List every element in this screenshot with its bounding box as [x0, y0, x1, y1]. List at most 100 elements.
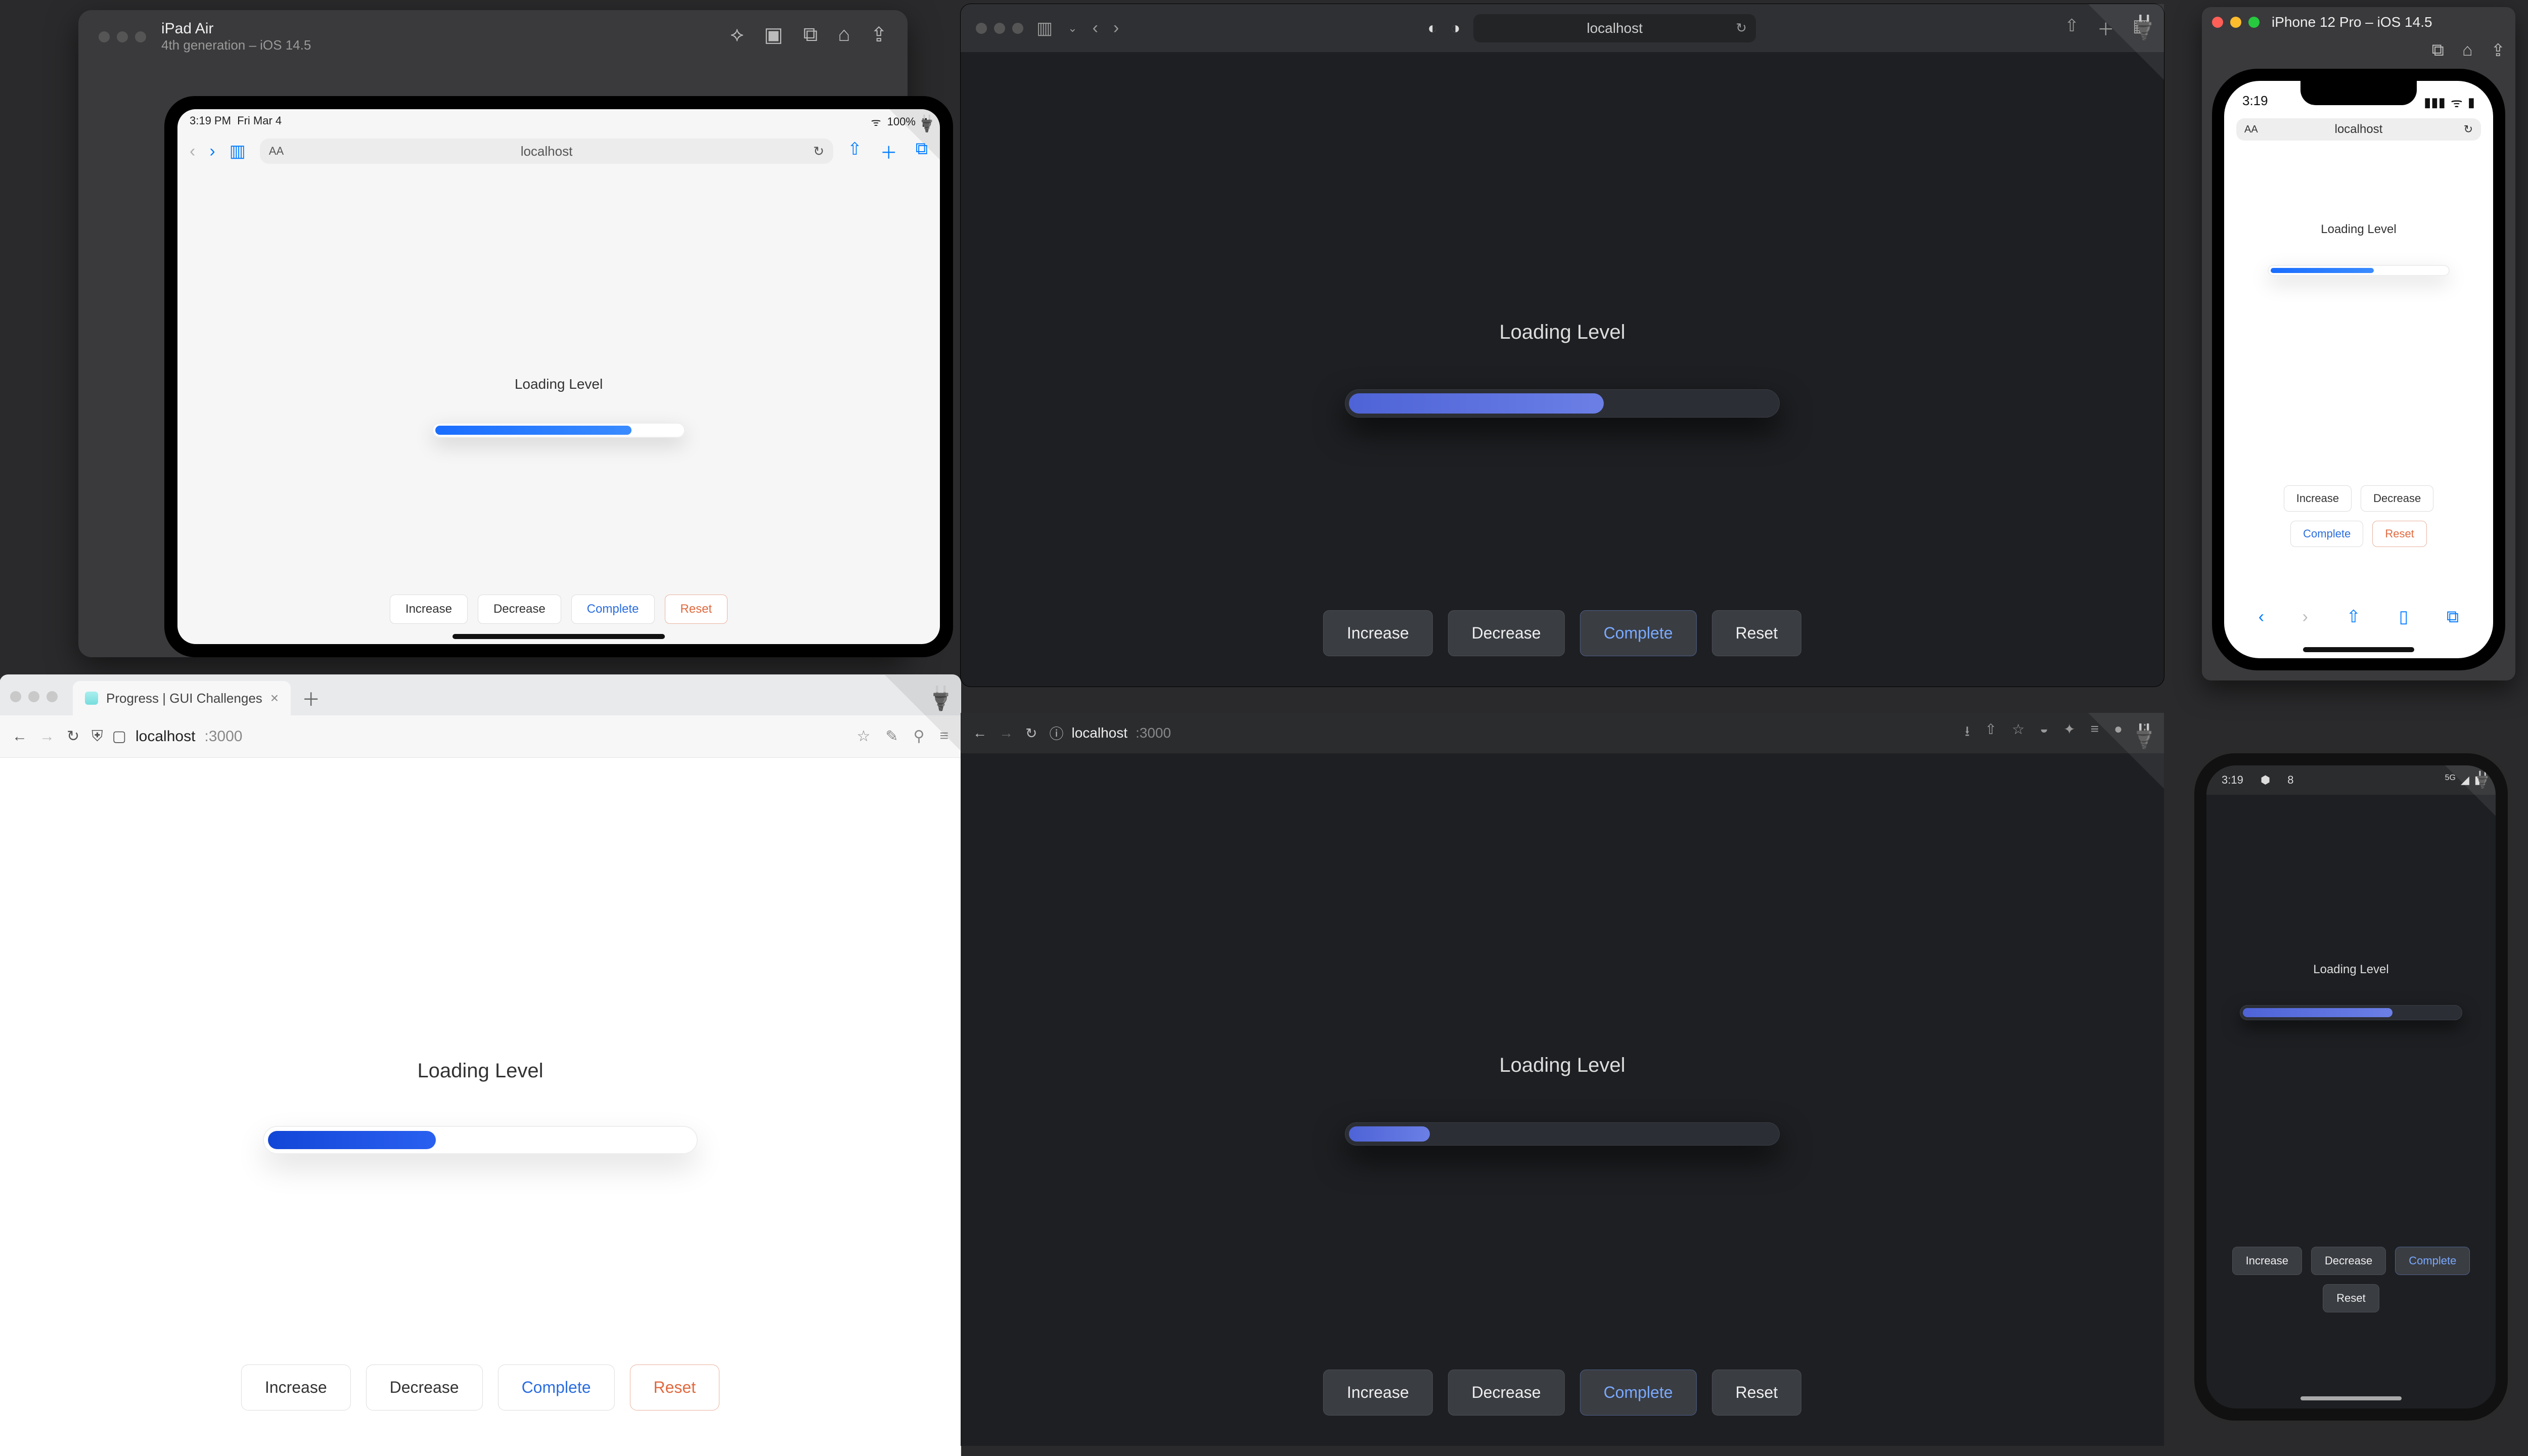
address-bar[interactable]: localhost ↻: [1473, 14, 1756, 42]
sidebar-icon[interactable]: ▥: [1036, 18, 1053, 38]
increase-button[interactable]: Increase: [390, 595, 468, 624]
screenshot-icon[interactable]: ⧉: [2432, 40, 2444, 61]
browser-tab[interactable]: Progress | GUI Challenges ×: [73, 681, 291, 715]
shield-icon[interactable]: ⛨: [92, 728, 103, 745]
forward-icon[interactable]: →: [999, 725, 1013, 741]
status-date: Fri Mar 4: [237, 114, 282, 127]
shield-icon[interactable]: ◐: [1428, 19, 1437, 37]
screenshot-icon[interactable]: ⧉: [803, 23, 818, 47]
page-content: Loading Level: [177, 170, 940, 644]
reader-icon[interactable]: AA: [2244, 124, 2258, 135]
increase-button[interactable]: Increase: [2232, 1247, 2302, 1275]
debug-icon: ⬢: [2261, 774, 2270, 787]
reset-button[interactable]: Reset: [1712, 1370, 1802, 1416]
home-indicator[interactable]: [2303, 647, 2414, 652]
pointer-icon[interactable]: ⟡: [731, 23, 744, 47]
address-input[interactable]: ⛨ ▢ localhost :3000: [92, 724, 844, 749]
decrease-button[interactable]: Decrease: [1448, 1370, 1565, 1416]
share-icon[interactable]: ⇧: [1985, 721, 1997, 745]
star-icon[interactable]: ☆: [856, 727, 870, 745]
chrome-light-window: Progress | GUI Challenges × ＋ ← → ↻ ⛨ ▢ …: [0, 675, 961, 1456]
progress-bar: [1345, 1122, 1780, 1146]
bookmarks-icon[interactable]: ▯: [2399, 607, 2409, 627]
home-indicator[interactable]: [2300, 1396, 2402, 1400]
rotate-icon[interactable]: ▣: [764, 23, 783, 47]
devtools-flag[interactable]: 🔌: [889, 109, 940, 160]
page-content: Loading Level: [961, 52, 2164, 687]
share-icon[interactable]: ⇪: [2491, 40, 2506, 61]
share-icon[interactable]: ⇧: [2064, 16, 2079, 40]
star-icon[interactable]: ☆: [2012, 721, 2024, 745]
decrease-button[interactable]: Decrease: [2311, 1247, 2386, 1275]
reload-icon[interactable]: ↻: [813, 144, 824, 159]
home-icon[interactable]: ⌂: [2462, 40, 2473, 61]
increase-button[interactable]: Increase: [2284, 485, 2352, 512]
complete-button[interactable]: Complete: [498, 1364, 615, 1410]
reset-button[interactable]: Reset: [664, 595, 728, 624]
complete-button[interactable]: Complete: [1580, 610, 1697, 656]
appearance-icon[interactable]: ◑: [1451, 19, 1460, 37]
share-icon[interactable]: ⇧: [2346, 607, 2361, 627]
decrease-button[interactable]: Decrease: [478, 595, 561, 624]
complete-button[interactable]: Complete: [1580, 1370, 1697, 1416]
traffic-lights[interactable]: [10, 691, 58, 702]
progress-bar: [2268, 265, 2450, 276]
forward-icon[interactable]: ›: [2303, 607, 2308, 627]
chevron-down-icon[interactable]: ⌄: [1068, 22, 1077, 35]
close-tab-icon[interactable]: ×: [270, 690, 279, 706]
complete-button[interactable]: Complete: [2395, 1247, 2470, 1275]
complete-button[interactable]: Complete: [2290, 521, 2363, 547]
reload-icon[interactable]: ↻: [2464, 123, 2473, 136]
safari-toolbar: AA localhost ↻: [2224, 115, 2493, 144]
reset-button[interactable]: Reset: [2323, 1284, 2379, 1312]
decrease-button[interactable]: Decrease: [2361, 485, 2433, 512]
info-icon[interactable]: ⓘ: [1049, 723, 1063, 743]
plug-icon: 🔌: [2127, 717, 2161, 752]
complete-button[interactable]: Complete: [571, 595, 655, 624]
forward-icon[interactable]: ›: [209, 142, 215, 161]
increase-button[interactable]: Increase: [241, 1364, 351, 1410]
reset-button[interactable]: Reset: [1712, 610, 1802, 656]
increase-button[interactable]: Increase: [1323, 610, 1433, 656]
back-icon[interactable]: ←: [973, 725, 987, 741]
decrease-button[interactable]: Decrease: [366, 1364, 483, 1410]
tabs-icon[interactable]: ⧉: [2447, 607, 2459, 627]
install-icon[interactable]: ⭳: [1965, 721, 1970, 745]
reset-button[interactable]: Reset: [2372, 521, 2426, 547]
traffic-lights[interactable]: [976, 23, 1023, 34]
home-indicator[interactable]: [453, 634, 665, 639]
lock-icon[interactable]: ▢: [112, 727, 126, 745]
forward-icon[interactable]: →: [39, 728, 55, 745]
back-icon[interactable]: ‹: [2259, 607, 2264, 627]
reload-icon[interactable]: ↻: [67, 727, 79, 745]
decrease-button[interactable]: Decrease: [1448, 610, 1565, 656]
extension-icon[interactable]: ◒: [2040, 721, 2048, 745]
new-tab-button[interactable]: ＋: [296, 681, 326, 715]
share-icon[interactable]: ⇪: [870, 23, 887, 47]
progress-fill: [268, 1131, 436, 1149]
traffic-lights[interactable]: [99, 31, 146, 42]
address-bar[interactable]: AA localhost ↻: [2236, 118, 2481, 141]
back-icon[interactable]: ←: [12, 728, 27, 745]
puzzle-icon[interactable]: ✦: [2063, 721, 2075, 745]
forward-icon[interactable]: ›: [1113, 18, 1119, 38]
url-port: :3000: [204, 728, 242, 745]
reset-button[interactable]: Reset: [630, 1364, 720, 1410]
url-host: localhost: [136, 728, 195, 745]
address-bar[interactable]: AA localhost ↻: [260, 139, 833, 164]
wifi-icon: ᯤ: [871, 114, 881, 129]
reader-icon[interactable]: AA: [269, 145, 284, 158]
share-icon[interactable]: ⇧: [847, 139, 862, 164]
progress-fill: [2243, 1008, 2392, 1017]
sidebar-icon[interactable]: ▥: [230, 141, 246, 161]
increase-button[interactable]: Increase: [1323, 1370, 1433, 1416]
home-icon[interactable]: ⌂: [838, 23, 850, 47]
devtools-flag[interactable]: 🔌: [885, 675, 961, 751]
reload-icon[interactable]: ↻: [1736, 20, 1747, 36]
address-input[interactable]: ⓘ localhost:3000: [1049, 723, 1952, 743]
traffic-lights[interactable]: [2212, 17, 2260, 28]
back-icon[interactable]: ‹: [190, 142, 195, 161]
back-icon[interactable]: ‹: [1093, 18, 1098, 38]
ipad-safari-toolbar: ‹ › ▥ AA localhost ↻ ⇧ ＋ ⧉: [177, 134, 940, 168]
reload-icon[interactable]: ↻: [1025, 725, 1037, 742]
